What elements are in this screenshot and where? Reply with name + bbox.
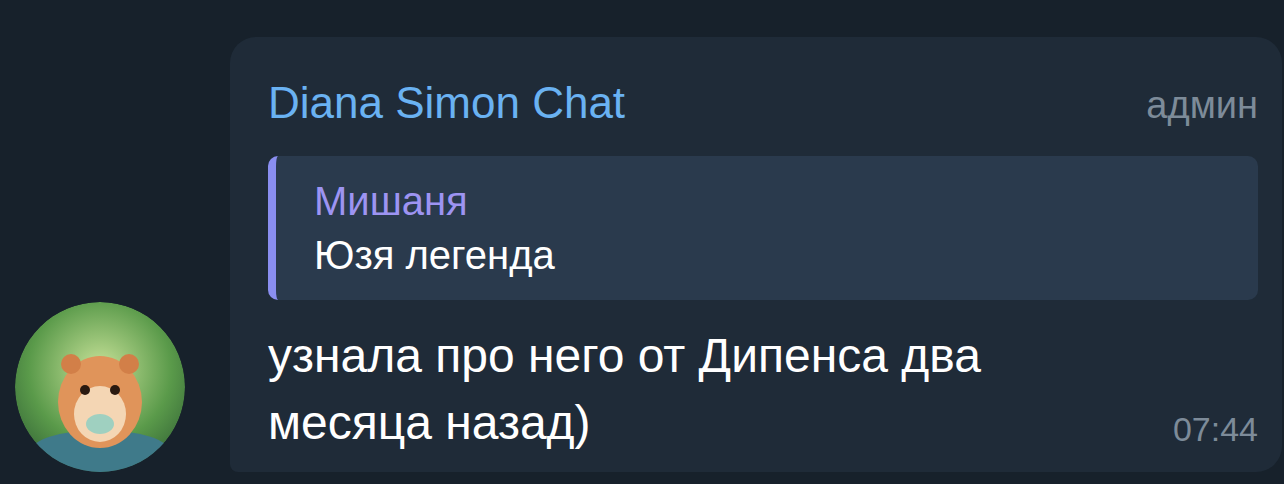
sender-avatar[interactable] (15, 302, 185, 472)
chat-view: Diana Simon Chat админ МишаняЮзя легенда уз… (0, 0, 1284, 484)
sender-name[interactable]: Diana Simon Chat (268, 77, 625, 130)
sender-role: админ (1146, 83, 1258, 129)
message-header: Diana Simon Chat админ (268, 77, 1258, 130)
message-time: 07:44 (1173, 406, 1258, 456)
reply-author: Мишаня (314, 174, 1238, 228)
message-text: узнала про него от Дипенса два месяца на… (268, 322, 1157, 456)
hamster-avatar-icon (15, 302, 185, 472)
reply-quote[interactable]: МишаняЮзя легенда (268, 156, 1258, 300)
reply-text: Юзя легенда (314, 228, 1238, 282)
message-bubble[interactable]: Diana Simon Chat админ МишаняЮзя легенда уз… (230, 37, 1282, 472)
message-body: узнала про него от Дипенса два месяца на… (268, 322, 1258, 456)
